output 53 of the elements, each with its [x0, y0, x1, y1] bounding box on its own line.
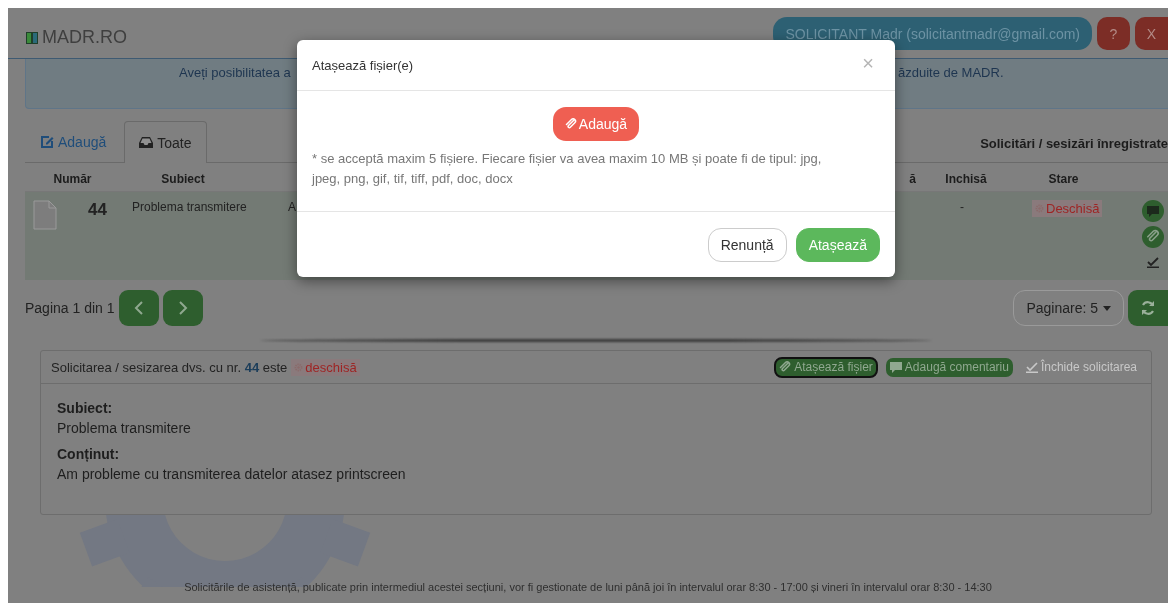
info-text: Aveți posibilitatea a — [178, 65, 292, 82]
column-header: Număr — [53, 172, 92, 188]
column-header: Stare — [1048, 172, 1079, 188]
inbox-icon — [139, 136, 154, 149]
attach-file-button[interactable]: Atașează fișier — [775, 357, 877, 377]
refresh-button[interactable] — [1128, 290, 1168, 326]
logout-button[interactable]: X — [1135, 17, 1168, 50]
status-badge: Deschisă — [1032, 200, 1103, 217]
next-page-button[interactable] — [162, 290, 203, 326]
column-header: Subiect — [161, 172, 205, 188]
field-value: Am probleme cu transmiterea datelor atasez printscreen — [57, 466, 407, 482]
add-file-button[interactable]: Adaugă — [552, 107, 640, 141]
refresh-icon — [1140, 300, 1156, 316]
paperclip-icon — [779, 361, 792, 373]
chevron-right-icon — [177, 301, 188, 315]
table-cell: - — [960, 200, 964, 214]
upload-note: * se acceptă maxim 5 fișiere. Fiecare fișier va avea maxim 10 MB și poate fi de tipul: jpg, jpeg, png, gif, tif, tiff, pdf, doc, docx — [312, 150, 823, 188]
status-badge: deschisă — [291, 358, 360, 376]
chevron-left-icon — [133, 301, 144, 315]
field-label: Subiect: — [57, 400, 114, 416]
page-size-dropdown[interactable]: Paginare: 5 — [1013, 290, 1124, 326]
footer-note: Solicitările de asistență, publicate prin intermediul acestei secțiuni, vor fi gestionate de luni până joi în intervalul orar 8:30 - 17:00 și vineri în intervalul orar 8:30 - 14:30 — [183, 581, 993, 593]
column-header: Inchisă — [945, 172, 987, 188]
caret-icon — [1103, 305, 1111, 311]
attach-button[interactable] — [1142, 226, 1164, 248]
page-indicator: Pagina 1 din 1 — [25, 300, 115, 316]
attach-button[interactable]: Atașează — [795, 228, 880, 262]
add-comment-button[interactable]: Adaugă comentariu — [885, 357, 1013, 377]
cancel-button[interactable]: Renunță — [707, 228, 787, 262]
comment-icon — [889, 361, 902, 373]
field-value: Problema transmitere — [57, 420, 192, 436]
comment-button[interactable] — [1142, 200, 1164, 222]
logo-icon — [26, 31, 38, 44]
column-header: ă — [909, 172, 916, 188]
table-cell: Problema transmitere — [132, 200, 247, 214]
edit-icon — [40, 135, 54, 149]
field-label: Conținut: — [57, 446, 121, 462]
table-cell: 44 — [88, 200, 107, 219]
paperclip-icon — [564, 118, 577, 130]
file-icon — [33, 200, 57, 230]
tab[interactable]: Toate — [124, 121, 207, 163]
previous-page-button[interactable] — [118, 290, 159, 326]
check-icon — [1025, 361, 1038, 373]
close-button[interactable]: × — [856, 51, 880, 79]
dialog-title: Atașează fișier(e) — [312, 57, 414, 73]
info-text: ăzduite de MADR. — [898, 65, 1004, 82]
table-cell: A — [288, 200, 296, 214]
help-button[interactable]: ? — [1097, 17, 1130, 50]
site-logo-text[interactable]: MADR.RO — [42, 27, 127, 48]
tab[interactable]: Adaugă — [25, 121, 122, 162]
close-request-icon[interactable] — [1147, 256, 1159, 268]
list-title: Solicitări / sesizări înregistrate — [980, 136, 1168, 151]
request-status-text: Solicitarea / sesizarea dvs. cu nr. 44 este — [51, 359, 288, 375]
